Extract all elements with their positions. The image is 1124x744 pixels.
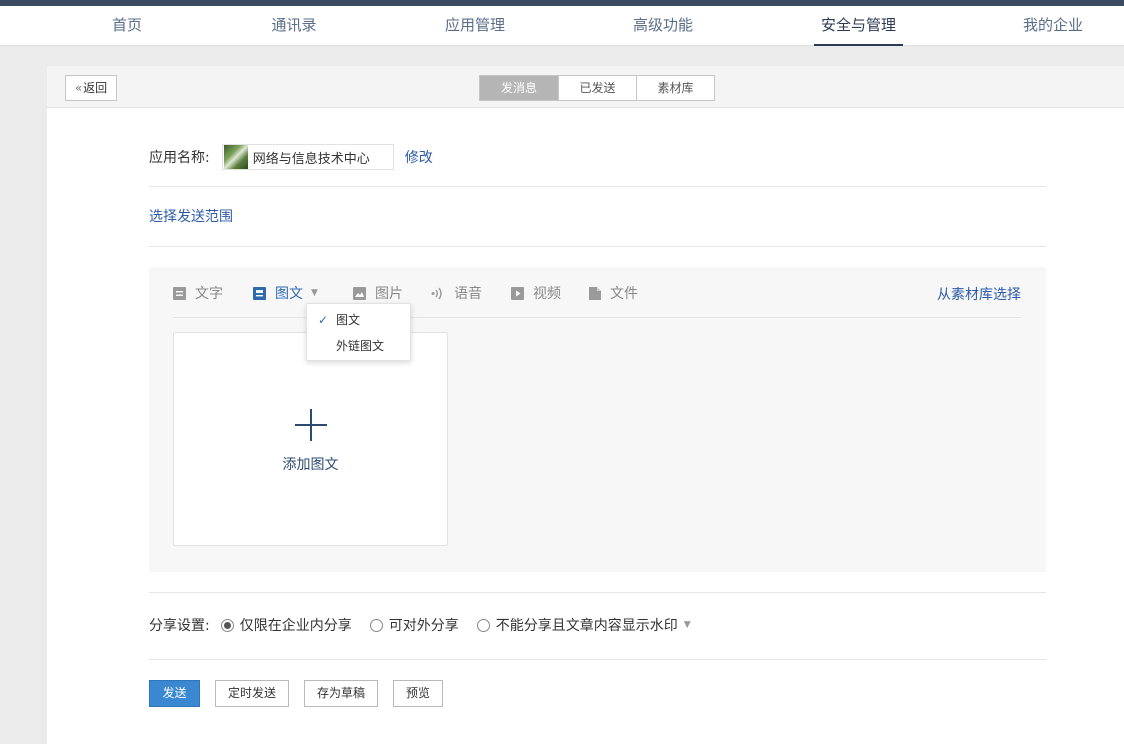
type-news[interactable]: 图文 ▼ [253, 284, 318, 302]
nav-app-management[interactable]: 应用管理 [440, 6, 510, 46]
voice-icon [431, 287, 442, 299]
divider [149, 592, 1046, 593]
nav-security[interactable]: 安全与管理 [814, 6, 903, 46]
dropdown-item-label: 外链图文 [336, 339, 385, 353]
app-row: 应用名称: 网络与信息技术中心 修改 [149, 144, 433, 170]
message-tabs: 发消息 已发送 素材库 [479, 75, 715, 101]
type-voice[interactable]: 语音 [431, 284, 482, 302]
share-option-label: 仅限在企业内分享 [239, 618, 352, 634]
caret-down-icon: ▼ [311, 288, 318, 298]
file-icon [589, 286, 601, 300]
content-editor: 文字 图文 ▼ 图片 语音 视频 文件 从素材库选择 添加图文 [149, 267, 1046, 572]
modify-app-link[interactable]: 修改 [405, 147, 433, 167]
divider [149, 659, 1046, 660]
share-option-label: 可对外分享 [388, 618, 459, 634]
dropdown-item-external-news[interactable]: 外链图文 [307, 334, 410, 358]
back-button[interactable]: «返回 [65, 75, 117, 101]
news-type-dropdown: ✓ 图文 外链图文 [306, 303, 411, 361]
type-video-label: 视频 [533, 286, 561, 302]
nav-contacts[interactable]: 通讯录 [266, 6, 322, 46]
dropdown-item-news[interactable]: ✓ 图文 [307, 308, 410, 332]
type-video[interactable]: 视频 [511, 284, 561, 302]
type-text[interactable]: 文字 [173, 284, 223, 302]
send-button[interactable]: 发送 [149, 680, 200, 707]
share-option-external[interactable]: 可对外分享 [369, 615, 459, 635]
plus-icon [295, 409, 327, 441]
share-label: 分享设置: [149, 618, 210, 634]
app-avatar [223, 145, 248, 169]
add-news-card[interactable]: 添加图文 [173, 332, 448, 546]
tab-library[interactable]: 素材库 [636, 76, 714, 100]
type-news-label: 图文 [275, 286, 303, 302]
share-option-watermark[interactable]: 不能分享且文章内容显示水印 ▼ [476, 615, 691, 635]
nav-my-enterprise[interactable]: 我的企业 [1018, 6, 1088, 46]
text-icon [173, 286, 186, 300]
caret-down-icon: ▼ [683, 620, 691, 630]
nav-home[interactable]: 首页 [103, 6, 151, 46]
dropdown-item-label: 图文 [336, 313, 361, 327]
action-bar: 发送 定时发送 存为草稿 预览 [149, 680, 458, 707]
radio-unselected[interactable] [369, 618, 383, 632]
divider [149, 246, 1046, 247]
add-news-label: 添加图文 [282, 457, 339, 473]
double-chevron-left-icon: « [74, 81, 83, 95]
main-nav: 首页 通讯录 应用管理 高级功能 安全与管理 我的企业 [0, 6, 1124, 46]
select-scope-link[interactable]: 选择发送范围 [149, 206, 233, 226]
type-voice-label: 语音 [454, 286, 482, 302]
video-icon [511, 286, 524, 300]
share-settings: 分享设置: 仅限在企业内分享 可对外分享 不能分享且文章内容显示水印 ▼ [149, 615, 691, 635]
save-draft-button[interactable]: 存为草稿 [304, 680, 379, 707]
type-file-label: 文件 [610, 286, 638, 302]
type-file[interactable]: 文件 [589, 284, 638, 302]
message-type-bar: 文字 图文 ▼ 图片 语音 视频 文件 从素材库选择 [173, 267, 1021, 318]
share-option-label: 不能分享且文章内容显示水印 [495, 618, 678, 634]
news-icon [253, 286, 266, 300]
back-label: 返回 [83, 81, 108, 95]
app-selector: 网络与信息技术中心 [221, 144, 394, 170]
image-icon [353, 286, 366, 300]
check-icon: ✓ [318, 313, 329, 327]
tab-send-message[interactable]: 发消息 [480, 76, 558, 100]
schedule-send-button[interactable]: 定时发送 [215, 680, 290, 707]
type-text-label: 文字 [195, 286, 223, 302]
radio-unselected[interactable] [476, 618, 490, 632]
nav-advanced[interactable]: 高级功能 [628, 6, 698, 46]
app-label: 应用名称: [149, 150, 210, 166]
message-panel: «返回 发消息 已发送 素材库 应用名称: 网络与信息技术中心 修改 选择发送范… [47, 66, 1124, 744]
share-option-internal[interactable]: 仅限在企业内分享 [220, 615, 352, 635]
choose-from-library-link[interactable]: 从素材库选择 [937, 284, 1021, 304]
type-image[interactable]: 图片 [353, 284, 403, 302]
app-name: 网络与信息技术中心 [252, 151, 370, 167]
tab-sent[interactable]: 已发送 [558, 76, 636, 100]
radio-selected[interactable] [220, 618, 234, 632]
divider [149, 186, 1046, 187]
preview-button[interactable]: 预览 [393, 680, 444, 707]
type-image-label: 图片 [375, 286, 403, 302]
panel-header: «返回 发消息 已发送 素材库 [47, 66, 1124, 108]
